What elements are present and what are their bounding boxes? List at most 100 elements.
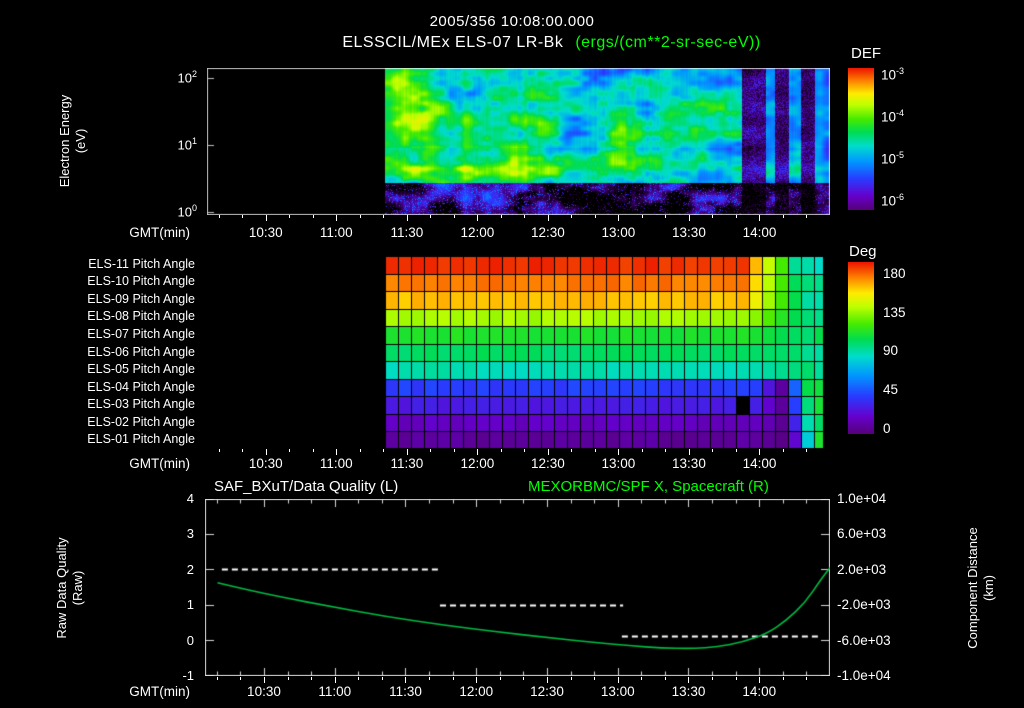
x-axis-lineplot: GMT(min) 10:30 11:00 11:30 12:00 12:30 13:00 1… (0, 684, 1024, 701)
x-tick-label: 13:30 (671, 684, 706, 699)
x-tick-mark (806, 449, 807, 452)
x-tick-mark (454, 449, 455, 452)
x-tick-mark (311, 677, 312, 680)
x-tick-mark (453, 677, 454, 680)
pitch-row-label: ELS-10 Pitch Angle (87, 274, 195, 289)
spectrogram-y-tick-label: 102 (177, 68, 197, 86)
x-tick-mark (288, 677, 289, 680)
pitch-row-label: ELS-06 Pitch Angle (87, 344, 195, 359)
quality-y-tick-label: 4 (186, 491, 194, 506)
page-title: 2005/356 10:08:00.000 (429, 13, 595, 30)
quality-distance-plot[interactable] (205, 499, 830, 676)
pitch-row-label: ELS-08 Pitch Angle (87, 309, 195, 324)
x-tick-mark (783, 449, 784, 452)
x-tick-mark (219, 449, 220, 452)
colorbar-def-tick-label: 10-5 (881, 149, 905, 167)
x-tick-mark (548, 449, 549, 455)
x-tick-mark (407, 215, 408, 221)
spectrogram-y-ticks: 102 101 100 (0, 68, 203, 219)
x-tick-label: 12:00 (460, 225, 495, 240)
x-tick-mark (665, 215, 666, 218)
colorbar-def-tick-label: 10-4 (881, 107, 905, 125)
colorbar-def-tick-label: 10-6 (881, 191, 905, 209)
x-tick-mark (595, 215, 596, 218)
x-tick-mark (736, 215, 737, 218)
x-tick-mark (571, 215, 572, 218)
x-tick-mark (524, 449, 525, 452)
distance-y-tick-label: 1.0e+04 (837, 491, 887, 506)
x-tick-label: 11:00 (318, 684, 352, 699)
colorbar-deg-tick-label: 45 (883, 382, 899, 398)
plot-title-instrument: ELSSCIL/MEx ELS-07 LR-Bk (342, 34, 564, 51)
x-tick-label: 11:00 (319, 225, 353, 240)
x-tick-mark (217, 677, 218, 680)
x-tick-mark (806, 215, 807, 218)
x-tick-mark (783, 677, 784, 680)
x-tick-mark (548, 215, 549, 221)
x-tick-label: 11:30 (390, 456, 424, 471)
x-tick-mark (689, 215, 690, 221)
colorbar-deg (848, 262, 874, 434)
quality-y-tick-label: 3 (186, 526, 194, 542)
x-tick-mark (242, 449, 243, 452)
distance-y-ticks: 1.0e+04 6.0e+03 2.0e+03 -2.0e+03 -6.0e+03 -1.… (837, 491, 937, 683)
x-tick-label: 14:00 (742, 684, 777, 699)
x-tick-mark (736, 449, 737, 452)
pitch-row-labels: ELS-11 Pitch Angle ELS-10 Pitch Angle ELS-… (0, 256, 200, 449)
x-tick-mark (360, 449, 361, 452)
x-tick-mark (759, 215, 760, 221)
pitch-row-label: ELS-03 Pitch Angle (87, 397, 195, 412)
x-tick-mark (783, 215, 784, 218)
x-tick-mark (571, 449, 572, 452)
x-tick-mark (313, 449, 314, 452)
x-axis-title: GMT(min) (129, 456, 190, 471)
distance-y-axis-label: Component Distance (km) (965, 527, 997, 648)
x-tick-mark (289, 215, 290, 218)
x-tick-mark (454, 215, 455, 218)
x-tick-label: 12:30 (530, 456, 565, 471)
distance-y-tick-label: -6.0e+03 (837, 632, 891, 648)
x-tick-mark (665, 449, 666, 452)
x-tick-mark (242, 215, 243, 218)
x-tick-mark (736, 677, 737, 680)
x-tick-label: 13:00 (601, 456, 636, 471)
quality-y-tick-label: 0 (186, 632, 194, 648)
colorbar-def-labels: 10-3 10-4 10-5 10-6 (881, 66, 961, 210)
x-tick-mark (547, 677, 548, 683)
x-tick-label: 13:00 (601, 225, 636, 240)
x-tick-mark (429, 677, 430, 680)
x-tick-mark (383, 449, 384, 452)
colorbar-deg-tick-label: 180 (883, 266, 906, 282)
x-tick-mark (641, 677, 642, 680)
spectrogram-plot[interactable] (207, 68, 830, 215)
x-tick-mark (477, 449, 478, 455)
x-tick-mark (642, 215, 643, 218)
x-tick-mark (501, 449, 502, 452)
x-tick-mark (407, 449, 408, 455)
x-tick-label: 14:00 (742, 456, 777, 471)
pitch-angle-plot[interactable] (207, 256, 830, 449)
x-tick-mark (382, 677, 383, 680)
pitch-row-label: ELS-01 Pitch Angle (87, 432, 195, 447)
x-tick-label: 12:00 (460, 456, 495, 471)
x-tick-mark (405, 677, 406, 683)
x-tick-mark (477, 215, 478, 221)
x-tick-mark (289, 449, 290, 452)
x-axis-title: GMT(min) (129, 225, 190, 240)
x-tick-mark (665, 677, 666, 680)
colorbar-def-title: DEF (851, 45, 881, 62)
pitch-row-label: ELS-05 Pitch Angle (87, 362, 195, 377)
x-tick-mark (430, 449, 431, 452)
x-tick-mark (594, 677, 595, 680)
distance-y-tick-label: 2.0e+03 (837, 561, 887, 577)
colorbar-deg-labels: 180 135 90 45 0 (883, 262, 943, 437)
x-axis-pitch: GMT(min) 10:30 11:00 11:30 12:00 12:30 13:00 1… (0, 456, 1024, 473)
x-tick-label: 10:30 (248, 225, 283, 240)
pitch-row-label: ELS-11 Pitch Angle (88, 256, 195, 271)
distance-y-axis-label-text: Component Distance (965, 527, 980, 649)
quality-y-ticks: 4 3 2 1 0 -1 (0, 491, 200, 683)
x-tick-label: 10:30 (247, 684, 281, 699)
x-tick-mark (618, 215, 619, 221)
colorbar-deg-tick-label: 0 (883, 421, 891, 437)
x-tick-mark (476, 677, 477, 683)
